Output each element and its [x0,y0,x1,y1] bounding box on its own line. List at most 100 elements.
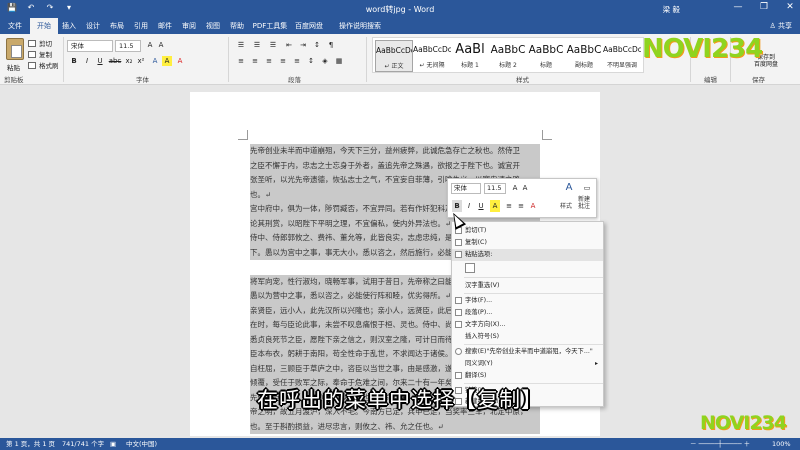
increase-indent-button[interactable]: ⇥ [298,40,308,50]
mini-font-color-button[interactable]: A [528,200,538,212]
mini-shrink-font-button[interactable]: A [520,182,530,194]
language-indicator[interactable]: 中文(中国) [126,438,157,450]
menu-item-text-direction[interactable]: 文字方向(X)... [452,319,603,331]
align-right-button[interactable]: ≡ [264,56,274,66]
tab-pdf-tools[interactable]: PDF工具集 [250,18,290,34]
style-title[interactable]: AaBbC 标题 [527,40,565,72]
menu-item-cut[interactable]: 剪切(T) [452,225,603,237]
tab-home[interactable]: 开始 [30,18,58,34]
brush-icon [28,61,36,69]
tab-insert[interactable]: 插入 [58,18,80,34]
subscript-button[interactable]: x₂ [124,56,134,66]
mini-styles-label[interactable]: 样式 [560,201,572,210]
share-button[interactable]: ♙ 共享 [769,21,792,31]
word-count[interactable]: 741/741 个字 [62,438,104,450]
watermark-logo-bottom: NOVI234 [700,412,787,434]
style-subtle-emphasis[interactable]: AaBbCcDc 不明显强调 [603,40,641,72]
copy-button[interactable]: 复制 [28,49,52,59]
document-line[interactable]: 之臣不懈于内，忠志之士忘身于外者，盖追先帝之殊遇，欲报之于陛下也。诚宜开 [250,158,540,173]
italic-button[interactable]: I [82,56,92,66]
show-marks-button[interactable]: ¶ [326,40,336,50]
user-name[interactable]: 梁 毅 [663,4,680,15]
borders-button[interactable]: ▦ [334,56,344,66]
mini-underline-button[interactable]: U [476,200,486,212]
mini-font-box[interactable]: 宋体 [451,183,481,194]
distributed-button[interactable]: ≡ [292,56,302,66]
cut-button[interactable]: 剪切 [28,38,52,48]
tell-me-search[interactable]: 操作说明搜索 [332,18,388,34]
line-spacing-button[interactable]: ↕ [306,56,316,66]
sort-button[interactable]: ↕ [312,40,322,50]
document-line[interactable]: 也。至于斟酌损益，进尽忠言，则攸之、祎、允之任也。↵ [250,419,540,434]
tab-file[interactable]: 文件 [0,18,30,34]
strikethrough-button[interactable]: abc [108,56,122,66]
menu-item-font[interactable]: 字体(F)... [452,295,603,307]
style-subtitle[interactable]: AaBbC 副标题 [565,40,603,72]
numbering-button[interactable]: ☰ [252,40,262,50]
shading-button[interactable]: ◈ [320,56,330,66]
align-left-button[interactable]: ≡ [236,56,246,66]
mini-new-comment-label[interactable]: 新建 批注 [578,196,590,210]
document-line[interactable]: 先帝创业未半而中道崩殂，今天下三分，益州疲弊，此诚危急存亡之秋也。然侍卫 [250,144,540,159]
bullets-button[interactable]: ☰ [236,40,246,50]
mini-grow-font-button[interactable]: A [510,182,520,194]
zoom-level[interactable]: 100% [772,438,791,450]
multilevel-list-button[interactable]: ☰ [268,40,278,50]
mini-size-box[interactable]: 11.5 [484,183,506,194]
paste-keep-text-icon[interactable] [465,263,475,273]
menu-item-paragraph[interactable]: 段落(P)... [452,307,603,319]
styles-gallery: AaBbCcDc ↵ 正文 AaBbCcDc ↵ 无间隔 AaBl 标题 1 AaBb… [372,37,644,73]
justify-button[interactable]: ≡ [278,56,288,66]
menu-item-paste-options[interactable]: 粘贴选项: [452,249,603,261]
decrease-indent-button[interactable]: ⇤ [284,40,294,50]
group-label-editing: 编辑 [704,76,717,84]
style-heading-2[interactable]: AaBbC 标题 2 [489,40,527,72]
menu-item-search[interactable]: 搜索(E)"先帝创业未半而中道崩殂，今天下..." [452,346,603,358]
style-no-spacing[interactable]: AaBbCcDc ↵ 无间隔 [413,40,451,72]
style-heading-1[interactable]: AaBl 标题 1 [451,40,489,72]
ribbon-tabs: 文件 开始 插入 设计 布局 引用 邮件 审阅 视图 帮助 PDF工具集 百度网… [0,18,800,34]
tab-references[interactable]: 引用 [130,18,152,34]
underline-button[interactable]: U [95,56,105,66]
mini-highlight-button[interactable]: A [490,200,500,212]
group-label-styles: 样式 [516,76,529,84]
paste-icon[interactable] [6,38,24,60]
text-effects-button[interactable]: A [150,56,160,66]
proofing-icon[interactable]: ▣ [110,438,116,450]
highlight-button[interactable]: A [162,56,172,66]
style-normal[interactable]: AaBbCcDc ↵ 正文 [375,40,413,72]
shrink-font-button[interactable]: A [156,40,166,50]
font-name-box[interactable]: 宋体 [67,40,113,52]
tab-design[interactable]: 设计 [82,18,104,34]
mini-bullets-button[interactable]: ≡ [504,200,514,212]
font-size-box[interactable]: 11.5 [115,40,141,52]
close-icon[interactable]: ✕ [784,2,796,12]
tab-help[interactable]: 帮助 [226,18,248,34]
menu-item-translate[interactable]: 翻译(S) [452,370,603,382]
tab-mailings[interactable]: 邮件 [154,18,176,34]
menu-item-reconvert[interactable]: 汉字重选(V) [452,280,603,292]
align-center-button[interactable]: ≡ [250,56,260,66]
mini-numbering-button[interactable]: ≡ [516,200,526,212]
mini-italic-button[interactable]: I [464,200,474,212]
zoom-slider[interactable]: － ─────┼───── ＋ [690,438,750,450]
tab-view[interactable]: 视图 [202,18,224,34]
tab-review[interactable]: 审阅 [178,18,200,34]
mini-comment-icon[interactable]: ▭ [582,182,592,194]
menu-item-copy[interactable]: 复制(C) [452,237,603,249]
paste-button-label[interactable]: 粘贴 [7,62,20,72]
minimize-icon[interactable]: — [732,2,744,12]
mini-styles-icon[interactable]: A [564,182,574,194]
tab-baidu-netdisk[interactable]: 百度网盘 [292,18,326,34]
grow-font-button[interactable]: A [145,40,155,50]
superscript-button[interactable]: x² [136,56,146,66]
restore-icon[interactable]: ❐ [758,2,770,12]
page-count[interactable]: 第 1 页，共 1 页 [6,438,55,450]
format-painter-button[interactable]: 格式刷 [28,60,59,70]
bold-button[interactable]: B [69,56,79,66]
font-color-button[interactable]: A [175,56,185,66]
tab-layout[interactable]: 布局 [106,18,128,34]
paragraph-icon [455,309,462,316]
menu-item-synonyms[interactable]: 同义词(Y) ▸ [452,358,603,370]
menu-item-insert-symbol[interactable]: 插入符号(S) [452,331,603,343]
